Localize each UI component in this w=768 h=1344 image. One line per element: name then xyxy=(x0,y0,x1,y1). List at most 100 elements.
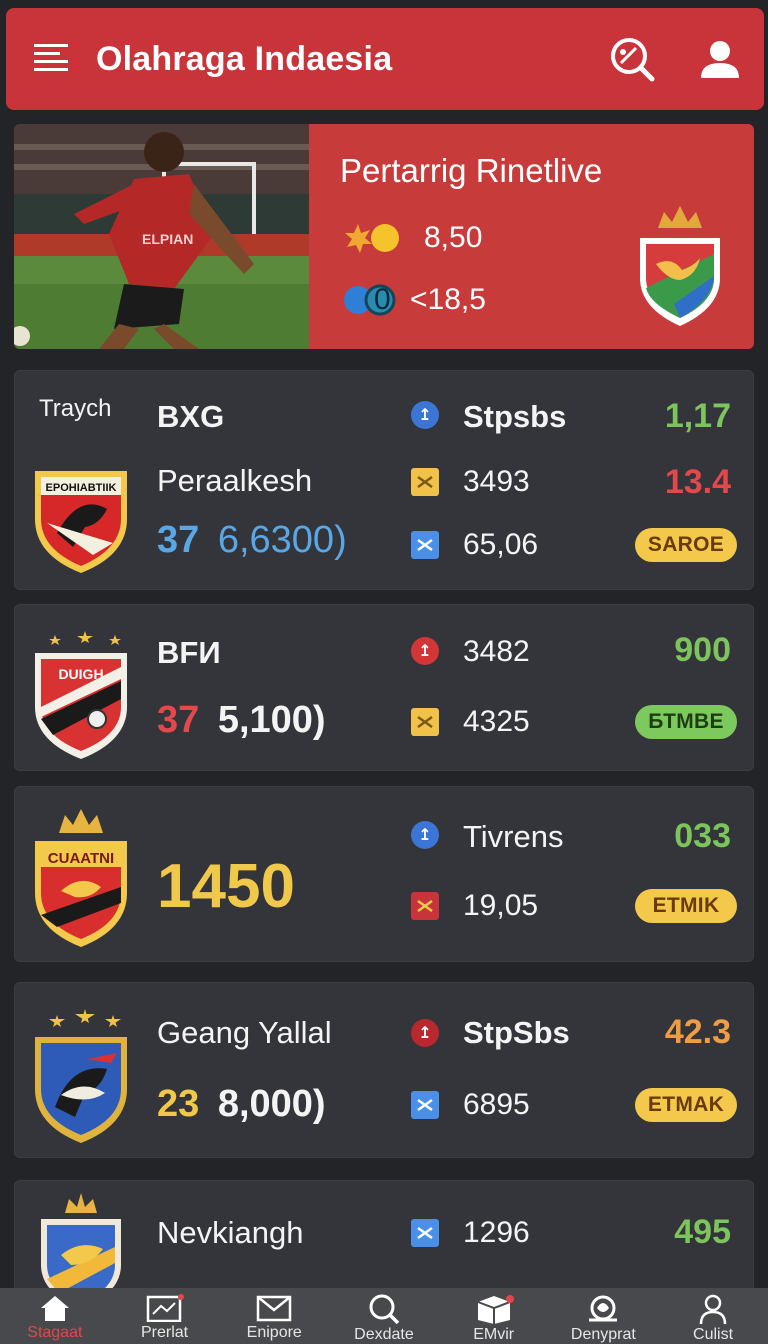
app-header: Olahraga Indaesia xyxy=(6,8,764,110)
big-score: 1450 xyxy=(157,852,295,921)
featured-stat-1-value: 8,50 xyxy=(424,221,483,254)
nav-label: Culist xyxy=(693,1326,734,1343)
search-icon xyxy=(611,38,655,82)
right-value: 900 xyxy=(674,631,731,669)
menu-button[interactable] xyxy=(6,8,96,110)
info-icon: ↥ xyxy=(411,1019,439,1047)
status-badge[interactable]: SAROE xyxy=(635,528,737,562)
user-icon xyxy=(701,41,739,78)
crest-text: DUIGH xyxy=(58,666,103,682)
nav-item-news[interactable]: Prerlat xyxy=(111,1288,219,1344)
score: 37 6,6300) xyxy=(157,519,347,562)
stat-value: 4325 xyxy=(463,705,530,738)
right-value: 033 xyxy=(674,817,731,855)
club-crest-icon: CUAATNI xyxy=(35,809,127,947)
profile-button[interactable] xyxy=(676,8,764,110)
nav-label: Stagaat xyxy=(27,1324,83,1341)
club-crest-icon: DUIGH xyxy=(35,631,127,759)
club-crest-icon xyxy=(35,1009,127,1143)
box-icon xyxy=(477,1295,514,1324)
home-icon xyxy=(40,1296,69,1321)
stat-label: Stpsbs xyxy=(463,399,567,434)
trophy-icon xyxy=(589,1295,618,1322)
shuffle-icon xyxy=(411,1091,439,1119)
info-icon: ↥ xyxy=(411,821,439,849)
info-icon: ↥ xyxy=(411,637,439,665)
stat-value: 1296 xyxy=(463,1216,530,1249)
match-card[interactable]: CUAATNI 1450 ↥ Tivrens 19,05 033 ETMIK xyxy=(14,786,754,962)
status-badge[interactable]: БТМBE xyxy=(635,705,737,739)
score-left: 37 xyxy=(157,699,200,741)
right-value: 13.4 xyxy=(664,463,731,501)
score-right: 5,100) xyxy=(217,699,326,741)
nav-item-trophy[interactable]: Denyprat xyxy=(549,1288,657,1344)
team-name: BXG xyxy=(157,399,225,434)
score-right: 6,6300) xyxy=(217,519,347,561)
nav-label: EMvir xyxy=(473,1326,515,1343)
stat-value: 19,05 xyxy=(463,889,539,922)
score: 23 8,000) xyxy=(157,1083,326,1126)
stat-value: 3493 xyxy=(463,465,530,498)
news-icon xyxy=(146,1294,184,1322)
user-icon xyxy=(699,1294,727,1324)
shuffle-icon xyxy=(411,892,439,920)
club-crest-icon: EPOHIABTIIK xyxy=(35,471,127,573)
shuffle-icon xyxy=(411,468,439,496)
svg-text:ELPIAN: ELPIAN xyxy=(142,231,193,247)
status-badge[interactable]: ETMAK xyxy=(635,1088,737,1122)
stat-label: StpSbs xyxy=(463,1015,570,1050)
stat-label: Tivrens xyxy=(463,819,564,854)
nav-item-profile[interactable]: Culist xyxy=(659,1288,767,1344)
featured-match-banner[interactable]: ELPIAN Pertarrig Rinetlive 8,50 0 <18,5 xyxy=(14,124,754,349)
nav-item-box[interactable]: EMvir xyxy=(440,1288,548,1344)
match-card[interactable]: Geang Yallal 23 8,000) ↥ StpSbs 6895 42.… xyxy=(14,982,754,1158)
hamburger-icon xyxy=(34,44,68,71)
nav-item-mail[interactable]: Enipore xyxy=(220,1288,328,1344)
stat-value: 65,06 xyxy=(463,528,539,561)
search-button[interactable] xyxy=(588,8,676,110)
right-value: 1,17 xyxy=(664,397,731,435)
match-card[interactable]: Traych EPOHIABTIIK BXG Peraalkesh 37 6,6… xyxy=(14,370,754,590)
player-name: Nevkiangh xyxy=(157,1215,304,1250)
featured-headline: Pertarrig Rinetlive xyxy=(340,152,603,189)
featured-stat-2: 0 <18,5 xyxy=(342,282,486,318)
shuffle-icon xyxy=(411,708,439,736)
shuffle-icon xyxy=(411,1219,439,1247)
mail-icon xyxy=(257,1295,292,1322)
score-right: 8,000) xyxy=(217,1083,326,1125)
search-icon xyxy=(369,1294,400,1324)
crest-text: EPOHIABTIIK xyxy=(46,482,117,494)
player-name: Peraalkesh xyxy=(157,463,313,498)
club-crest-icon xyxy=(640,206,720,326)
nav-label: Enipore xyxy=(246,1324,302,1341)
nav-item-search[interactable]: Dexdate xyxy=(330,1288,438,1344)
club-crest-icon xyxy=(41,1193,121,1299)
featured-stat-1: 8,50 xyxy=(342,220,482,256)
shuffle-icon xyxy=(411,531,439,559)
card-label: Traych xyxy=(39,395,112,422)
sun-icon xyxy=(345,224,399,253)
nav-label: Prerlat xyxy=(140,1324,189,1341)
score: 37 5,100) xyxy=(157,699,326,742)
bottom-navigation: Stagaat Prerlat Enipore Dexdate EMvir De… xyxy=(0,1288,768,1344)
crest-text: CUAATNI xyxy=(48,850,114,867)
status-badge[interactable]: ETMIK xyxy=(635,889,737,923)
nav-item-home[interactable]: Stagaat xyxy=(1,1288,109,1344)
score-left: 23 xyxy=(157,1083,200,1125)
nav-label: Dexdate xyxy=(354,1326,414,1343)
featured-stat-2-left: 0 xyxy=(374,283,391,316)
info-icon: ↥ xyxy=(411,401,439,429)
right-value: 42.3 xyxy=(664,1013,731,1051)
nav-label: Denyprat xyxy=(570,1326,636,1343)
app-title: Olahraga Indaesia xyxy=(96,39,393,78)
team-name: BFИ xyxy=(157,635,221,670)
stat-value: 6895 xyxy=(463,1088,530,1121)
player-name: Geang Yallal xyxy=(157,1015,332,1050)
right-value: 495 xyxy=(674,1213,731,1251)
featured-stat-2-value: <18,5 xyxy=(410,283,486,316)
player-photo: ELPIAN xyxy=(14,124,309,349)
coin-icon xyxy=(344,284,396,316)
match-card[interactable]: DUIGH BFИ 37 5,100) ↥ 3482 4325 900 БТМB… xyxy=(14,604,754,771)
score-left: 37 xyxy=(157,519,200,561)
stat-value: 3482 xyxy=(463,635,530,668)
